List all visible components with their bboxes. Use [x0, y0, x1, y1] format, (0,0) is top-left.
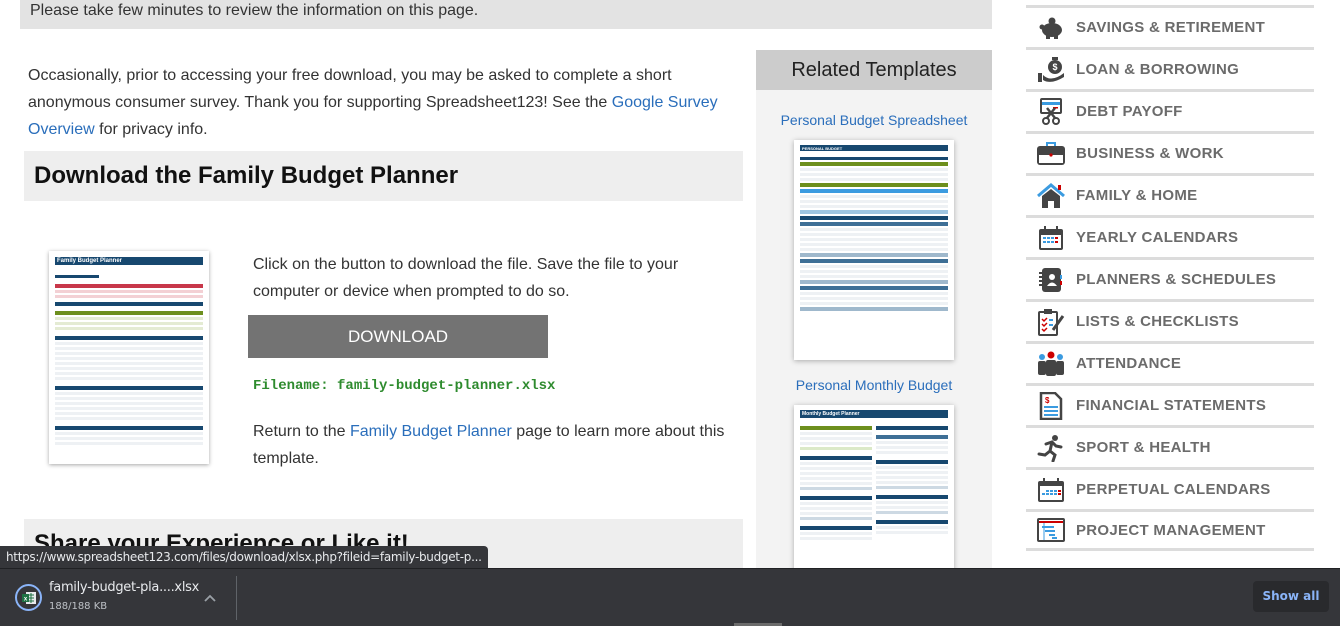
category-label: DEBT PAYOFF: [1076, 103, 1183, 120]
thumbnail-title: Family Budget Planner: [55, 257, 203, 265]
excel-file-icon: x: [15, 584, 42, 611]
download-item[interactable]: x family-budget-pla....xlsx 188/188 KB: [0, 569, 237, 626]
money-bag-hand-icon: $: [1026, 56, 1076, 83]
card-scissors-icon: [1026, 97, 1076, 126]
download-file-size: 188/188 KB: [49, 601, 108, 612]
review-notice: Please take few minutes to review the in…: [20, 0, 992, 29]
category-lists-checklists[interactable]: LISTS & CHECKLISTS: [1026, 299, 1314, 341]
intro-paragraph: Occasionally, prior to accessing your fr…: [28, 62, 728, 143]
thumbnail-columns: [800, 424, 948, 540]
category-debt-payoff[interactable]: DEBT PAYOFF: [1026, 89, 1314, 131]
category-label: BUSINESS & WORK: [1076, 145, 1224, 162]
category-savings-retirement[interactable]: SAVINGS & RETIREMENT: [1026, 5, 1314, 47]
people-icon: [1026, 351, 1076, 377]
return-text: Return to the: [253, 423, 350, 440]
category-yearly-calendars[interactable]: YEARLY CALENDARS: [1026, 215, 1314, 257]
related-templates-heading: Related Templates: [756, 50, 992, 90]
category-project-management[interactable]: PROJECT MANAGEMENT: [1026, 509, 1314, 551]
category-financial-statements[interactable]: $ FINANCIAL STATEMENTS: [1026, 383, 1314, 425]
download-instructions: Click on the button to download the file…: [253, 256, 679, 300]
thumbnail-preview: [55, 275, 203, 445]
shelf-divider: [236, 576, 237, 620]
intro-text: Occasionally, prior to accessing your fr…: [28, 67, 672, 111]
related-link-personal-budget-spreadsheet[interactable]: Personal Budget Spreadsheet: [756, 112, 992, 128]
briefcase-icon: [1026, 141, 1076, 167]
category-attendance[interactable]: ATTENDANCE: [1026, 341, 1314, 383]
runner-icon: [1026, 434, 1076, 462]
intro-text-end: for privacy info.: [94, 121, 208, 138]
gantt-chart-icon: [1026, 518, 1076, 542]
return-paragraph: Return to the Family Budget Planner page…: [253, 418, 733, 472]
family-budget-thumbnail[interactable]: Family Budget Planner: [49, 251, 209, 464]
download-heading: Download the Family Budget Planner: [24, 151, 743, 201]
related-link-personal-monthly-budget[interactable]: Personal Monthly Budget: [756, 377, 992, 393]
category-label: LISTS & CHECKLISTS: [1076, 313, 1239, 330]
related-thumbnail-personal-budget[interactable]: PERSONAL BUDGET: [794, 140, 954, 360]
house-icon: [1026, 182, 1076, 209]
category-label: PLANNERS & SCHEDULES: [1076, 271, 1277, 288]
category-family-home[interactable]: FAMILY & HOME: [1026, 173, 1314, 215]
category-label: ATTENDANCE: [1076, 355, 1182, 372]
category-nav: SAVINGS & RETIREMENT $ LOAN & BORROWING …: [1026, 5, 1314, 551]
planner-book-icon: [1026, 267, 1076, 293]
svg-text:$: $: [1045, 396, 1050, 405]
piggy-bank-icon: [1026, 16, 1076, 40]
category-label: YEARLY CALENDARS: [1076, 229, 1239, 246]
calendar-icon: [1026, 225, 1076, 251]
category-label: PERPETUAL CALENDARS: [1076, 481, 1271, 498]
perpetual-calendar-icon: [1026, 477, 1076, 503]
family-budget-planner-link[interactable]: Family Budget Planner: [350, 423, 512, 440]
link-status-url: https://www.spreadsheet123.com/files/dow…: [0, 546, 488, 568]
category-label: FAMILY & HOME: [1076, 187, 1198, 204]
chevron-up-icon[interactable]: [204, 589, 216, 605]
category-label: SPORT & HEALTH: [1076, 439, 1211, 456]
category-label: FINANCIAL STATEMENTS: [1076, 397, 1267, 414]
category-sport-health[interactable]: SPORT & HEALTH: [1026, 425, 1314, 467]
category-label: PROJECT MANAGEMENT: [1076, 521, 1266, 539]
filename-label: Filename: family-budget-planner.xlsx: [253, 378, 556, 394]
category-planners-schedules[interactable]: PLANNERS & SCHEDULES: [1026, 257, 1314, 299]
download-shelf: x family-budget-pla....xlsx 188/188 KB S…: [0, 568, 1340, 626]
show-all-button[interactable]: Show all: [1253, 581, 1329, 612]
related-thumbnail-monthly-budget[interactable]: Monthly Budget Planner: [794, 405, 954, 575]
category-label: LOAN & BORROWING: [1076, 61, 1240, 78]
thumbnail-title: PERSONAL BUDGET: [800, 145, 948, 151]
category-label: SAVINGS & RETIREMENT: [1076, 19, 1266, 36]
statement-document-icon: $: [1026, 391, 1076, 420]
category-business-work[interactable]: BUSINESS & WORK: [1026, 131, 1314, 173]
page: Please take few minutes to review the in…: [0, 0, 1340, 626]
category-loan-borrowing[interactable]: $ LOAN & BORROWING: [1026, 47, 1314, 89]
svg-text:$: $: [1052, 62, 1057, 72]
download-file-name: family-budget-pla....xlsx: [49, 580, 199, 595]
download-button[interactable]: DOWNLOAD: [248, 315, 548, 358]
checklist-icon: [1026, 308, 1076, 336]
related-templates-panel: Related Templates Personal Budget Spread…: [756, 50, 992, 575]
thumbnail-title: Monthly Budget Planner: [800, 410, 948, 418]
category-perpetual-calendars[interactable]: PERPETUAL CALENDARS: [1026, 467, 1314, 509]
